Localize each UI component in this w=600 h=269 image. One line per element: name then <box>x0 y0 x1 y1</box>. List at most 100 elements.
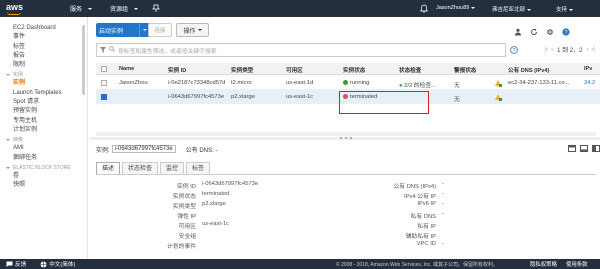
search-icon <box>109 46 115 54</box>
field-label: 辅助私有 IP <box>405 234 436 240</box>
feedback-link[interactable]: 反馈 <box>6 260 26 268</box>
sidebar-item[interactable]: 计划实例 <box>0 126 87 135</box>
sidebar-item[interactable]: AMI <box>0 144 87 153</box>
field-value: us-east-1c <box>202 221 230 227</box>
tab-description[interactable]: 描述 <box>96 162 121 174</box>
console-footer: 反馈 中文(简体) © 2008 - 2018, Amazon Web Serv… <box>0 259 600 269</box>
sidebar-scrollbar[interactable] <box>82 25 85 95</box>
field-label: 弹性 IP <box>177 214 196 220</box>
chevron-down-icon <box>143 29 147 31</box>
sidebar-section-ebs[interactable]: ELASTIC BLOCK STORE <box>0 165 75 172</box>
filter-icon <box>100 47 106 55</box>
minimize-icon[interactable] <box>580 145 588 154</box>
pagination-text: 1 到 2，2 <box>557 48 583 54</box>
next-page-icon[interactable]: › <box>586 47 588 53</box>
sidebar-item[interactable]: 报告 <box>0 52 87 61</box>
maximize-icon[interactable] <box>568 145 576 154</box>
field-value: - <box>442 241 444 247</box>
col-instance-type[interactable]: 实例类型 <box>231 66 253 74</box>
connect-button[interactable]: 连接 <box>148 23 172 37</box>
sidebar-item[interactable]: 事件 <box>0 33 87 42</box>
state-text: running <box>350 80 370 87</box>
refresh-icon[interactable] <box>530 28 538 36</box>
horizontal-scrollbar[interactable] <box>96 132 596 136</box>
field-label: IPv6 IP <box>417 201 436 207</box>
highlight-box <box>339 91 429 114</box>
notification-bell-icon[interactable] <box>419 4 429 15</box>
field-value: i-0643d67997fc4573e <box>202 181 259 187</box>
feedback-label: 反馈 <box>15 262 27 268</box>
col-instance-state[interactable]: 实例状态 <box>343 66 365 74</box>
col-public-dns[interactable]: 公有 DNS (IPv4) <box>508 66 549 74</box>
resource-groups-menu[interactable]: 资源组 <box>110 4 139 13</box>
prev-page-icon[interactable]: ‹ <box>551 47 553 53</box>
left-navigation: EC2 Dashboard 事件 标签 报告 限制 实例 实例 Launch Templa… <box>0 17 88 260</box>
detail-header: 实例: i-0643d67997fc4573e 公有 DNS: - <box>96 140 600 158</box>
tab-monitoring[interactable]: 监控 <box>160 162 185 174</box>
resource-groups-label: 资源组 <box>110 7 129 13</box>
sidebar-item[interactable]: Spot 请求 <box>0 98 87 107</box>
launch-instance-button[interactable]: 启动实例 <box>96 23 150 37</box>
sidebar-section-instances[interactable]: 实例 <box>0 72 87 79</box>
col-status-checks[interactable]: 状态检查 <box>399 66 421 74</box>
col-name[interactable]: Name <box>119 66 134 72</box>
sidebar-item[interactable]: 快照 <box>0 181 87 190</box>
sidebar-item[interactable]: 限制 <box>0 61 87 70</box>
first-page-icon[interactable]: |‹ <box>545 47 549 53</box>
row-checkbox[interactable] <box>101 94 107 100</box>
select-all-checkbox[interactable] <box>101 66 107 72</box>
restore-icon[interactable] <box>592 145 600 154</box>
col-ipv4[interactable]: IPv <box>584 66 592 72</box>
col-alarm-status[interactable]: 警报状态 <box>454 66 476 74</box>
field-label: 实例类型 <box>172 204 196 210</box>
settings-gear-icon[interactable] <box>546 28 554 36</box>
globe-icon <box>40 261 47 267</box>
sidebar-section-images[interactable]: 映像 <box>0 137 87 144</box>
tab-status-checks[interactable]: 状态检查 <box>122 162 159 174</box>
sidebar-item[interactable]: Launch Templates <box>0 89 87 98</box>
chevron-down-icon <box>527 8 532 11</box>
col-availability-zone[interactable]: 可用区 <box>286 66 303 74</box>
sidebar-item[interactable]: 实例 <box>0 79 87 88</box>
sidebar-item[interactable]: 捆绑任务 <box>0 154 87 163</box>
field-label: 可用区 <box>178 224 196 230</box>
table-header: Name 实例 ID 实例类型 可用区 实例状态 状态检查 警报状态 公有 DN… <box>96 63 600 75</box>
sidebar-item[interactable]: 专用主机 <box>0 117 87 126</box>
region-menu[interactable]: 弗吉尼亚北部 <box>492 5 532 13</box>
user-menu[interactable]: JasonZhou89 <box>436 5 476 11</box>
aws-smile-icon <box>7 12 21 15</box>
sidebar-item[interactable]: EC2 Dashboard <box>0 24 87 33</box>
help-icon[interactable]: ? <box>562 28 570 36</box>
services-menu[interactable]: 服务 <box>70 4 93 13</box>
filter-search-input[interactable]: 按标签和属性筛选，或者按关键字搜索 <box>96 43 506 57</box>
last-page-icon[interactable]: ›| <box>591 47 595 53</box>
sidebar-item[interactable]: 预留实例 <box>0 107 87 116</box>
col-instance-id[interactable]: 实例 ID <box>168 66 186 74</box>
actions-button[interactable]: 操作 <box>176 23 209 37</box>
row-checkbox[interactable] <box>101 80 107 86</box>
sidebar-item[interactable]: 标签 <box>0 43 87 52</box>
language-selector[interactable]: 中文(简体) <box>40 260 75 268</box>
table-row[interactable]: JasonZhou i-0e2187c73348cd57d t2.micro u… <box>96 76 600 90</box>
tab-tags[interactable]: 标签 <box>186 162 211 174</box>
chat-bubble-icon <box>6 261 13 267</box>
field-label: VPC ID <box>416 241 436 247</box>
sidebar-item[interactable]: 卷 <box>0 172 87 181</box>
create-alarm-icon[interactable] <box>494 93 502 103</box>
support-menu[interactable]: 支持 <box>556 5 574 13</box>
create-alarm-icon[interactable] <box>494 79 502 89</box>
chevron-down-icon <box>197 29 202 31</box>
aws-logo-text: aws <box>6 1 24 12</box>
search-help-icon[interactable]: ? <box>510 46 518 56</box>
person-icon[interactable] <box>514 28 522 36</box>
terms-link[interactable]: 使用条款 <box>566 260 588 268</box>
privacy-link[interactable]: 隐私权策略 <box>530 260 557 268</box>
support-label: 支持 <box>556 7 568 13</box>
field-value: p2.xlarge <box>202 201 226 207</box>
cell-instance-id: i-0e2187c73348cd57d <box>168 80 226 86</box>
field-label: 实例状态 <box>172 194 196 200</box>
aws-logo[interactable]: aws <box>6 2 30 16</box>
cell-az: us-east-1c <box>286 94 314 100</box>
pin-icon[interactable] <box>152 4 160 14</box>
copyright-text: © 2008 - 2018, Amazon Web Services, Inc.… <box>336 261 498 268</box>
